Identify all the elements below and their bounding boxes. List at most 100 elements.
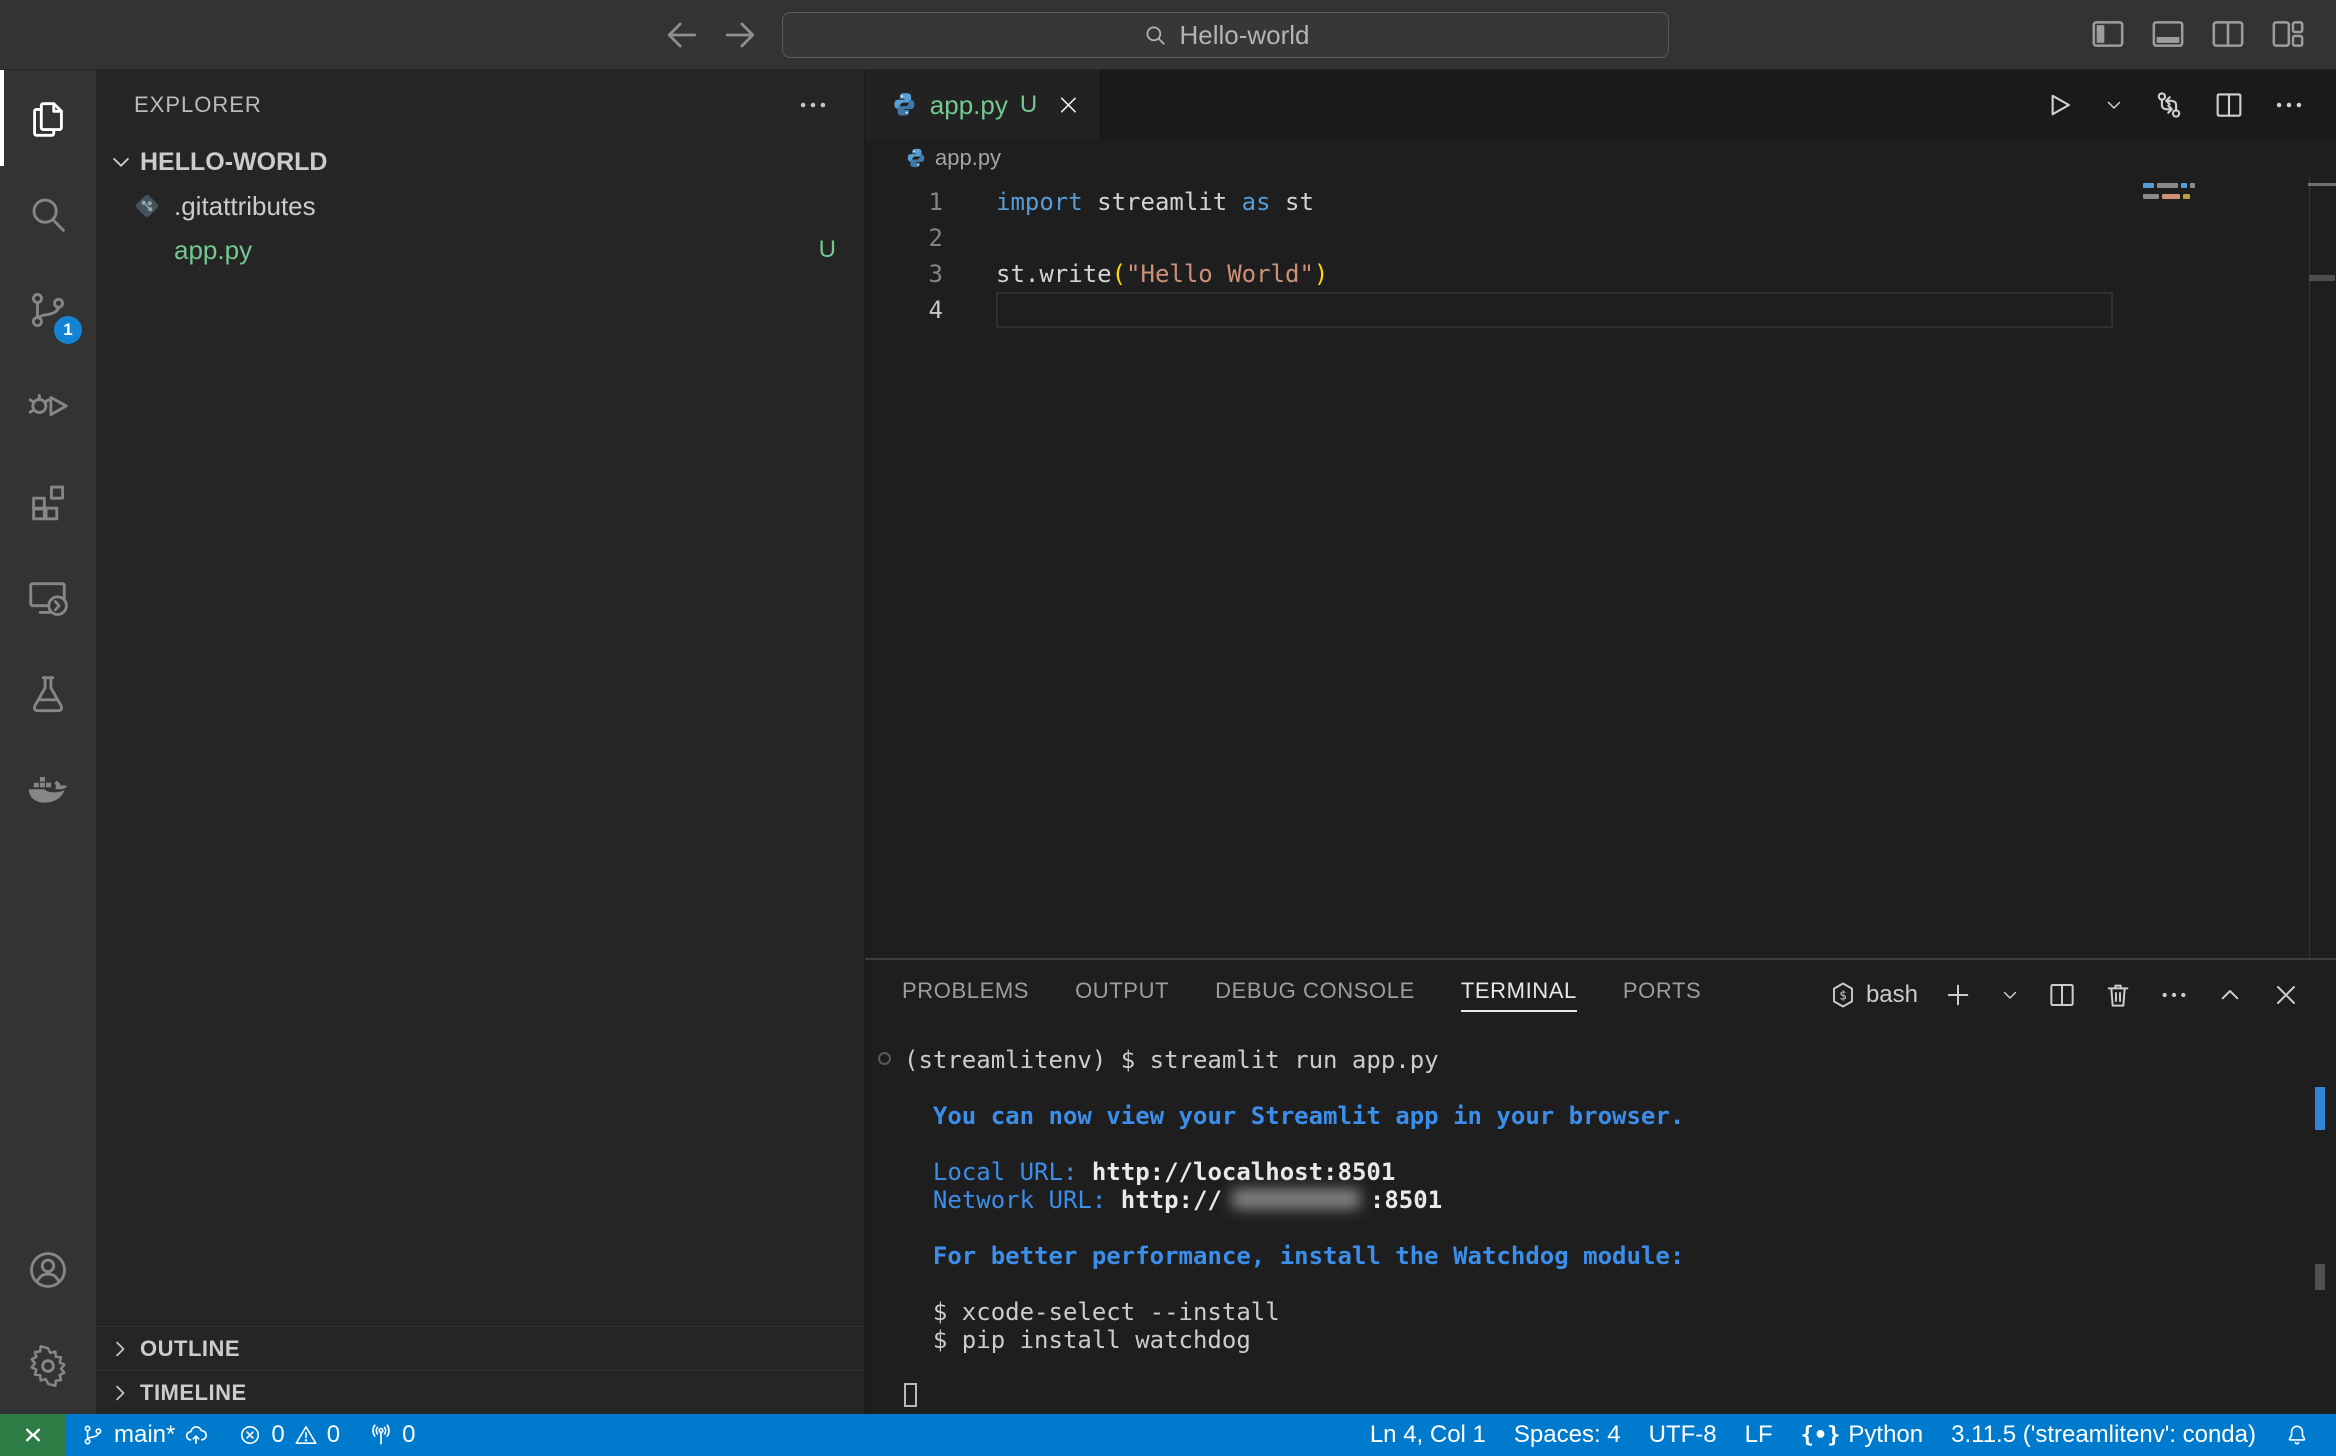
toggle-sidebar-icon[interactable] [2088,14,2128,54]
file-name: app.py [174,235,252,266]
split-terminal-icon[interactable] [2046,979,2078,1011]
remote-indicator[interactable] [0,1414,66,1456]
code-line-2[interactable]: 2 [865,220,2336,256]
open-changes-icon[interactable] [2152,88,2186,122]
terminal-line-4 [904,1130,2336,1158]
activity-item-remote-explorer[interactable] [0,550,96,646]
git-branch-status[interactable]: main* [66,1414,223,1456]
tab-bar: app.py U [865,70,2336,140]
run-file-icon[interactable] [2042,88,2076,122]
terminal-line-8: For better performance, install the Watc… [904,1242,2336,1270]
run-dropdown-chevron-icon[interactable] [2102,93,2126,117]
editor-more-actions-icon[interactable] [2272,88,2306,122]
panel-tab-problems[interactable]: PROBLEMS [902,978,1029,1012]
overview-cursor-mark [2308,183,2336,186]
language-mode-status[interactable]: {•} Python [1787,1414,1937,1456]
encoding-status[interactable]: UTF-8 [1635,1414,1731,1456]
terminal-line-5: Local URL: http://localhost:8501 [904,1158,2336,1186]
warnings-icon [293,1422,319,1448]
folder-row-hello-world[interactable]: HELLO-WORLD [96,140,864,184]
scm-changes-badge: 1 [54,316,82,344]
section-label: OUTLINE [140,1336,240,1362]
panel-tab-label: PROBLEMS [902,978,1029,1012]
chevron-right-icon [106,1335,134,1363]
terminal-scrollbar-thumb[interactable] [2315,1264,2325,1290]
panel-tab-terminal[interactable]: TERMINAL [1461,978,1577,1012]
python-interpreter-status[interactable]: 3.11.5 ('streamlitenv': conda) [1937,1414,2270,1456]
search-icon [25,191,71,237]
code-text: st.write("Hello World") [943,260,1328,288]
forwarded-ports-status[interactable]: 0 [354,1414,429,1456]
explorer-more-actions-icon[interactable] [796,88,830,122]
terminal-line-2 [904,1074,2336,1102]
activity-item-run-debug[interactable] [0,358,96,454]
ports-count: 0 [402,1421,415,1449]
section-label: TIMELINE [140,1380,247,1406]
activity-bar-spacer [0,838,96,1222]
back-arrow-icon[interactable] [660,13,704,57]
bottom-panel: PROBLEMS OUTPUT DEBUG CONSOLE TERMINAL PORTS… [865,958,2336,1414]
panel-more-actions-icon[interactable] [2158,979,2190,1011]
terminal-shell-selector[interactable]: $ bash [1828,980,1918,1010]
breadcrumb[interactable]: app.py [865,140,2336,176]
close-panel-icon[interactable] [2270,979,2302,1011]
activity-item-extensions[interactable] [0,454,96,550]
cursor-position-status[interactable]: Ln 4, Col 1 [1356,1414,1500,1456]
interpreter-label: 3.11.5 ('streamlitenv': conda) [1951,1421,2256,1449]
eol-status[interactable]: LF [1731,1414,1787,1456]
code-line-1[interactable]: 1import streamlit as st [865,184,2336,220]
indentation-status[interactable]: Spaces: 4 [1500,1414,1635,1456]
toggle-splitview-icon[interactable] [2208,14,2248,54]
tab-app-py[interactable]: app.py U [865,70,1101,140]
activity-item-source-control[interactable]: 1 [0,262,96,358]
line-col-label: Ln 4, Col 1 [1370,1421,1486,1449]
customize-layout-icon[interactable] [2268,14,2308,54]
notifications-bell[interactable] [2270,1414,2324,1456]
kill-terminal-icon[interactable] [2102,979,2134,1011]
code-line-3[interactable]: 3st.write("Hello World") [865,256,2336,292]
terminal-line-9 [904,1270,2336,1298]
eol-label: LF [1745,1421,1773,1449]
code-line-4[interactable]: 4 [865,292,2336,328]
terminal-dropdown-chevron-icon[interactable] [1998,983,2022,1007]
activity-item-search[interactable] [0,166,96,262]
panel-tab-debug-console[interactable]: DEBUG CONSOLE [1215,978,1415,1012]
encoding-label: UTF-8 [1649,1421,1717,1449]
current-line-highlight [996,292,2113,328]
bash-icon: $ [1828,980,1858,1010]
activity-item-account[interactable] [0,1222,96,1318]
code-editor[interactable]: 1import streamlit as st23st.write("Hello… [865,176,2336,958]
sidebar-section-timeline[interactable]: TIMELINE [96,1370,864,1414]
activity-item-docker[interactable] [0,742,96,838]
beaker-icon [25,671,71,717]
toggle-panel-icon[interactable] [2148,14,2188,54]
new-terminal-icon[interactable] [1942,979,1974,1011]
close-tab-icon[interactable] [1055,91,1082,119]
explorer-sidebar: EXPLORER HELLO-WORLD .gitattributesapp.p… [96,70,864,1414]
tab-label: app.py [930,90,1008,121]
activity-item-settings[interactable] [0,1318,96,1414]
bell-icon [2284,1422,2310,1448]
command-decoration-icon[interactable] [878,1052,891,1065]
activity-item-explorer[interactable] [0,70,96,166]
maximize-panel-icon[interactable] [2214,979,2246,1011]
command-center-search[interactable]: Hello-world [782,12,1669,58]
split-editor-icon[interactable] [2212,88,2246,122]
terminal-line-7 [904,1214,2336,1242]
panel-tab-ports[interactable]: PORTS [1623,978,1701,1012]
sidebar-title: EXPLORER [134,92,262,118]
problems-status[interactable]: 0 0 [223,1414,354,1456]
broadcast-icon [368,1422,394,1448]
minimap[interactable] [2143,183,2203,205]
explorer-empty-area [96,272,864,1326]
file-row-app-py[interactable]: app.pyU [96,228,864,272]
editor-scrollbar-thumb[interactable] [2309,275,2335,281]
terminal-output[interactable]: (streamlitenv) $ streamlit run app.py Yo… [865,1030,2336,1414]
sidebar-section-outline[interactable]: OUTLINE [96,1326,864,1370]
file-row--gitattributes[interactable]: .gitattributes [96,184,864,228]
forward-arrow-icon[interactable] [718,13,762,57]
account-icon [25,1247,71,1293]
panel-tab-output[interactable]: OUTPUT [1075,978,1169,1012]
activity-item-testing[interactable] [0,646,96,742]
editor-group: app.py U app.py 1import streamlit as st2… [864,70,2336,1414]
